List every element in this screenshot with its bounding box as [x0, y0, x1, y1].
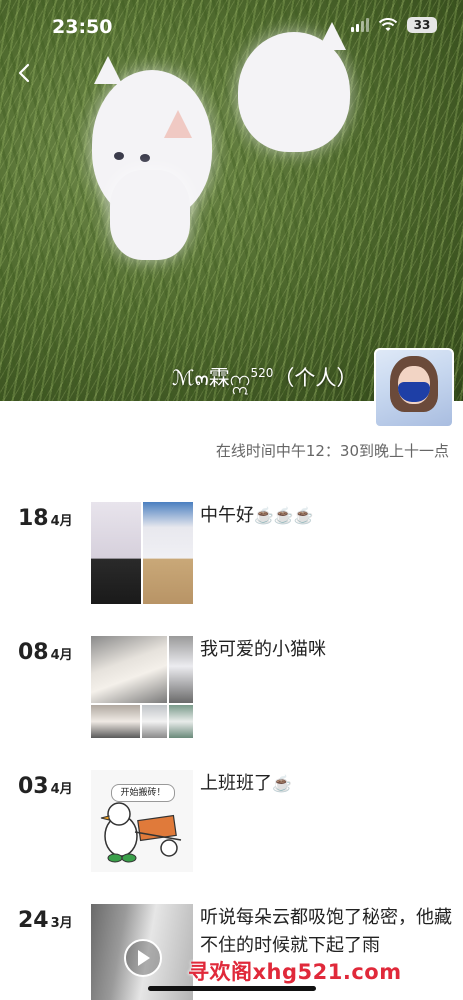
post-caption: 中午好☕️☕️☕️: [200, 502, 455, 530]
kitten-ear: [164, 110, 192, 138]
post-image[interactable]: [168, 636, 193, 703]
kitten-eye: [140, 154, 150, 162]
watermark: 寻欢阁xhg521.com: [188, 960, 402, 984]
kitten-eye: [114, 152, 124, 160]
post-month: 4月: [50, 514, 73, 529]
status-icons: 33: [351, 17, 437, 33]
post-month: 3月: [50, 916, 73, 931]
kitten-right: [238, 22, 350, 152]
profile-username: ℳ๓霖ဣ520（个人）: [172, 362, 357, 396]
kitten-left-body: [110, 170, 190, 260]
back-chevron-icon[interactable]: [14, 62, 36, 84]
post-caption-text: 中午好: [200, 505, 254, 526]
avatar[interactable]: [374, 348, 454, 428]
post-image[interactable]: 开始搬砖！: [91, 770, 193, 872]
post-images[interactable]: [91, 502, 193, 604]
post-image[interactable]: [142, 704, 167, 738]
post-month: 4月: [50, 782, 73, 797]
post-date: 08 4月: [18, 640, 73, 665]
play-icon[interactable]: [124, 939, 162, 977]
post-caption: 听说每朵云都吸饱了秘密，他藏不住的时候就下起了雨: [200, 904, 455, 960]
coffee-icon: ☕️: [272, 774, 292, 793]
grass-texture: [0, 0, 463, 401]
cellular-signal-icon: [351, 18, 369, 32]
post-image[interactable]: [91, 502, 141, 604]
post-caption-text: 上班班了: [200, 773, 272, 794]
post-images[interactable]: [91, 636, 193, 738]
kitten-ear: [318, 22, 346, 50]
kitten-ear: [94, 56, 122, 84]
post-caption: 上班班了☕️: [200, 770, 455, 798]
wifi-icon: [378, 18, 398, 31]
coffee-icon: ☕️☕️☕️: [254, 506, 314, 525]
duck-sticker: [100, 802, 182, 863]
post-date: 03 4月: [18, 774, 73, 799]
post-image[interactable]: [91, 704, 140, 738]
post-day: 18: [18, 506, 49, 531]
post-date: 18 4月: [18, 506, 73, 531]
cover-photo[interactable]: [0, 0, 463, 401]
post-month: 4月: [50, 648, 73, 663]
post-day: 24: [18, 908, 49, 933]
post-day: 03: [18, 774, 49, 799]
username-text: ℳ๓霖ဣ: [172, 366, 251, 390]
home-indicator[interactable]: [148, 986, 316, 991]
username-suffix: （个人）: [273, 366, 358, 390]
post-caption-text: 我可爱的小猫咪: [200, 639, 326, 660]
post-image[interactable]: [143, 502, 193, 604]
status-time: 23:50: [52, 16, 113, 38]
username-sup: 520: [250, 366, 274, 380]
post-day: 08: [18, 640, 49, 665]
post-image[interactable]: [168, 704, 193, 738]
post-image[interactable]: [91, 636, 167, 703]
battery-icon: 33: [407, 17, 437, 33]
post-date: 24 3月: [18, 908, 73, 933]
online-hours: 在线时间中午12：30到晚上十一点: [215, 442, 449, 460]
post-caption-text: 听说每朵云都吸饱了秘密，他藏不住的时候就下起了雨: [200, 907, 452, 956]
post-caption: 我可爱的小猫咪: [200, 636, 455, 664]
